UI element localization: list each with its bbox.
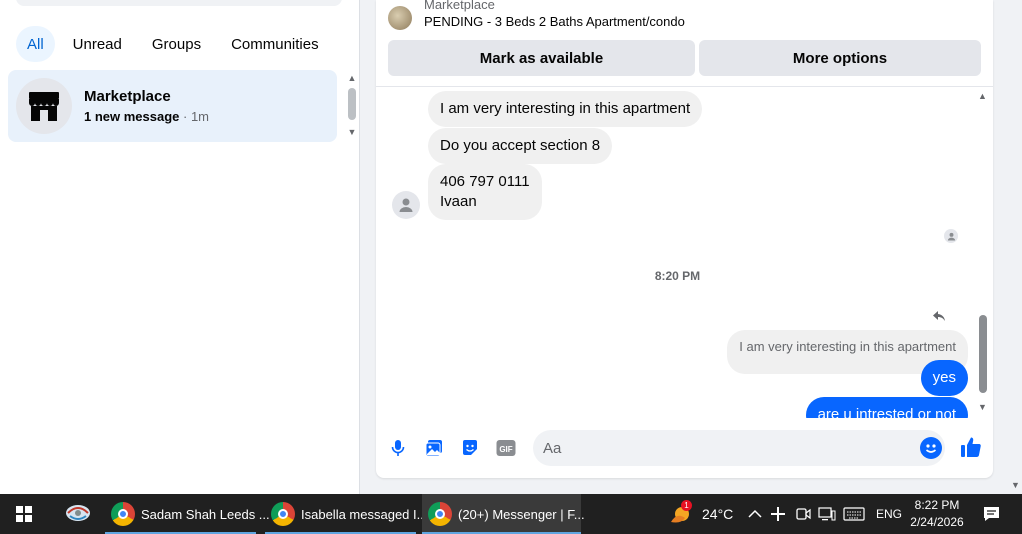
weather-badge: 1	[681, 500, 692, 511]
thumbs-up-icon[interactable]	[960, 436, 982, 458]
filter-chips: All Unread Groups Communities	[16, 26, 331, 62]
language-indicator[interactable]: ENG	[876, 494, 902, 534]
taskbar-app-sadam[interactable]: Sadam Shah Leeds ...	[105, 494, 270, 534]
windows-taskbar: Sadam Shah Leeds ... Isabella messaged I…	[0, 494, 1022, 534]
message-composer: GIF	[376, 418, 993, 478]
svg-text:GIF: GIF	[499, 445, 512, 454]
notification-icon[interactable]	[983, 506, 999, 522]
chevron-up-icon[interactable]	[748, 494, 762, 534]
message-thread: I am very interesting in this apartment …	[376, 87, 993, 418]
pinned-app-icon[interactable]	[58, 494, 96, 534]
chrome-icon	[111, 502, 135, 526]
clock-time: 8:22 PM	[914, 498, 960, 512]
screen: All Unread Groups Communities Marketplac…	[0, 0, 1022, 534]
clock[interactable]: 8:22 PM 2/24/2026	[907, 497, 967, 531]
chrome-icon	[428, 502, 452, 526]
message-bubble-incoming[interactable]: Do you accept section 8	[428, 128, 613, 164]
storefront-icon	[16, 78, 72, 134]
scrollbar-thumb[interactable]	[979, 315, 987, 393]
filter-groups[interactable]: Groups	[140, 26, 213, 62]
filter-communities[interactable]: Communities	[219, 26, 331, 62]
plus-icon[interactable]	[770, 494, 786, 534]
message-bubble-outgoing[interactable]: yes	[920, 360, 968, 396]
scroll-down-arrow[interactable]: ▼	[978, 402, 987, 412]
listing-actions: Mark as available More options	[388, 40, 981, 76]
scrollbar-thumb[interactable]	[348, 88, 356, 120]
gif-icon[interactable]: GIF	[496, 438, 516, 458]
chrome-icon	[271, 502, 295, 526]
scroll-down-arrow[interactable]: ▼	[347, 127, 357, 137]
network-icon[interactable]	[818, 494, 836, 534]
taskbar-app-label: Sadam Shah Leeds ...	[141, 506, 270, 522]
message-line: 406 797 0111	[440, 173, 530, 190]
sticker-icon[interactable]	[460, 438, 480, 458]
message-bubble-incoming[interactable]: I am very interesting in this apartment	[428, 91, 703, 127]
meet-now-icon[interactable]	[795, 494, 811, 534]
scroll-up-arrow[interactable]: ▲	[347, 73, 357, 83]
microphone-icon[interactable]	[388, 438, 408, 458]
message-input-wrapper	[533, 430, 945, 466]
conversation-item[interactable]: Marketplace 1 new message · 1m	[8, 70, 337, 142]
more-options-button[interactable]: More options	[699, 40, 981, 76]
windows-start-icon[interactable]	[16, 506, 32, 522]
temperature: 24°C	[702, 506, 734, 522]
message-bubble-incoming[interactable]: 406 797 0111 Ivaan	[428, 164, 542, 220]
chat-list-panel: All Unread Groups Communities Marketplac…	[0, 0, 360, 494]
message-bubble-outgoing[interactable]: are u intrested or not	[805, 397, 968, 418]
clock-date: 2/24/2026	[910, 515, 964, 529]
sender-avatar-icon	[392, 191, 420, 219]
weather-icon: 1	[668, 500, 696, 526]
conversation-name: Marketplace	[84, 88, 171, 105]
search-bar[interactable]	[16, 0, 342, 6]
photo-icon[interactable]	[424, 438, 444, 458]
listing-thumbnail	[388, 6, 412, 30]
reply-icon	[932, 309, 948, 325]
listing-title: PENDING - 3 Beds 2 Baths Apartment/condo	[424, 14, 685, 29]
scroll-up-arrow[interactable]: ▲	[978, 91, 987, 101]
taskbar-app-messenger[interactable]: (20+) Messenger | F...	[422, 494, 585, 534]
listing-source: Marketplace	[424, 0, 495, 12]
message-input[interactable]	[543, 430, 903, 466]
taskbar-app-label: (20+) Messenger | F...	[458, 506, 585, 522]
taskbar-app-isabella[interactable]: Isabella messaged I...	[265, 494, 427, 534]
emoji-icon[interactable]	[920, 437, 942, 459]
conversation-time: 1m	[190, 109, 210, 124]
weather-widget[interactable]: 1 24°C	[668, 494, 733, 534]
time-separator: 8:20 PM	[654, 269, 701, 283]
seen-receipt-icon	[944, 229, 958, 243]
scroll-down-arrow[interactable]: ▼	[1011, 480, 1020, 490]
keyboard-icon[interactable]	[843, 494, 865, 534]
listing-header[interactable]: Marketplace PENDING - 3 Beds 2 Baths Apa…	[388, 0, 981, 36]
message-line: Ivaan	[440, 193, 477, 210]
chat-window: Marketplace PENDING - 3 Beds 2 Baths Apa…	[376, 0, 993, 478]
filter-unread[interactable]: Unread	[61, 26, 134, 62]
taskbar-app-label: Isabella messaged I...	[301, 506, 428, 522]
conversation-preview: 1 new message · 1m	[84, 109, 210, 124]
filter-all[interactable]: All	[16, 26, 55, 62]
mark-as-available-button[interactable]: Mark as available	[388, 40, 695, 76]
